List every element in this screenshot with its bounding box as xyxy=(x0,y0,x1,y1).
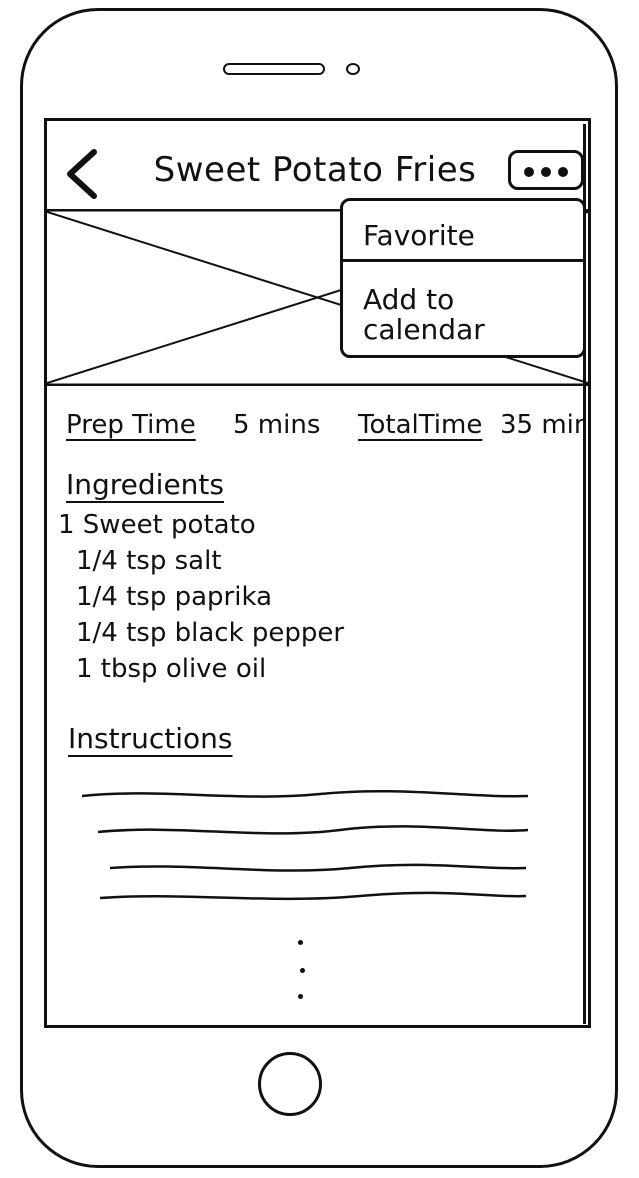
page-title: Sweet Potato Fries xyxy=(153,150,477,190)
menu-item-add-to-calendar[interactable]: Add to calendar xyxy=(343,285,583,345)
prep-time-label: Prep Time xyxy=(66,410,196,440)
total-time-value: 35 mins xyxy=(500,410,586,440)
more-dot-icon xyxy=(558,167,568,177)
prep-time-value: 5 mins xyxy=(233,410,321,440)
menu-item-favorite[interactable]: Favorite xyxy=(343,221,583,251)
menu-divider xyxy=(343,259,583,262)
total-time-label: TotalTime xyxy=(358,410,483,440)
more-dot-icon xyxy=(541,167,551,177)
options-menu: Favorite Add to calendar xyxy=(340,198,586,358)
back-chevron-icon[interactable] xyxy=(60,146,106,202)
instructions-text-placeholder xyxy=(81,789,529,901)
speaker-grille xyxy=(223,63,325,75)
ingredient-item: 1 tbsp olive oil xyxy=(76,654,267,684)
ingredients-heading: Ingredients xyxy=(66,468,224,501)
ingredient-item: 1/4 tsp paprika xyxy=(76,582,273,612)
ingredient-item: 1/4 tsp black pepper xyxy=(76,618,345,648)
more-dot-icon xyxy=(524,167,534,177)
front-camera xyxy=(346,63,360,75)
home-button[interactable] xyxy=(258,1052,322,1116)
instructions-heading: Instructions xyxy=(68,722,233,755)
ingredient-item: 1 Sweet potato xyxy=(58,510,256,540)
ingredient-item: 1/4 tsp salt xyxy=(76,546,222,576)
more-options-button[interactable] xyxy=(508,150,584,190)
